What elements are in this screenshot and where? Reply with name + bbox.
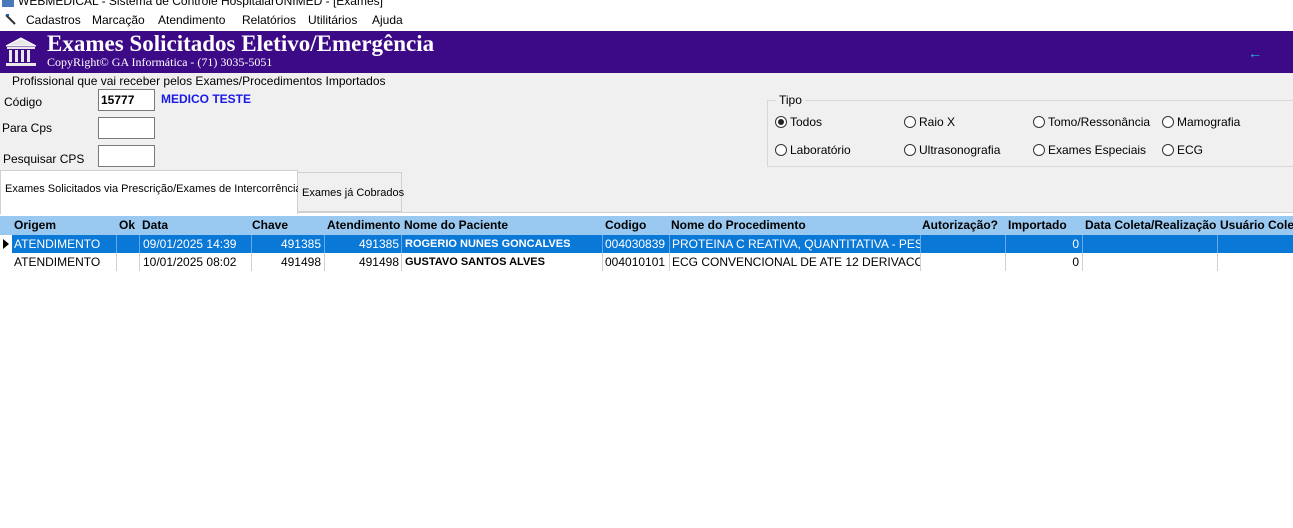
col-ok[interactable]: Ok <box>119 218 135 232</box>
copyright-text: CopyRight© GA Informática - (71) 3035-50… <box>47 55 273 69</box>
col-data[interactable]: Data <box>142 218 168 232</box>
radio-dot <box>775 144 787 156</box>
menu-atendimento[interactable]: Atendimento <box>158 13 225 27</box>
tools-icon[interactable] <box>4 13 18 27</box>
grid-header: Origem Ok Data Chave Atendimento Nome do… <box>0 216 1293 235</box>
back-arrow-icon[interactable]: ← <box>1248 45 1262 61</box>
radio-exames-especiais[interactable]: Exames Especiais <box>1033 143 1146 157</box>
tab-strip: Exames Solicitados via Prescrição/Exames… <box>0 169 1293 214</box>
col-atendimento[interactable]: Atendimento <box>327 218 400 232</box>
radio-dot <box>1162 144 1174 156</box>
radio-raio-x[interactable]: Raio X <box>904 115 955 129</box>
menu-relatorios[interactable]: Relatórios <box>242 13 296 27</box>
table-row[interactable]: ATENDIMENTO 09/01/2025 14:39 491385 4913… <box>12 235 1293 253</box>
para-cps-label: Para Cps <box>2 121 53 135</box>
col-chave[interactable]: Chave <box>252 218 288 232</box>
radio-todos[interactable]: Todos <box>775 115 822 129</box>
window-title: WEBMEDICAL - Sistema de Controle Hospita… <box>18 0 383 8</box>
header-banner: Exames Solicitados Eletivo/Emergência Co… <box>0 31 1293 73</box>
radio-ecg[interactable]: ECG <box>1162 143 1203 157</box>
medico-name: MEDICO TESTE <box>161 92 252 106</box>
col-importado[interactable]: Importado <box>1008 218 1067 232</box>
pesquisar-cps-input[interactable] <box>98 145 155 167</box>
col-autorizacao[interactable]: Autorização? <box>922 218 998 232</box>
filter-panel: Profissional que vai receber pelos Exame… <box>0 73 1293 169</box>
radio-dot <box>904 116 916 128</box>
codigo-label: Código <box>4 95 43 109</box>
pesquisar-cps-label: Pesquisar CPS <box>3 152 85 166</box>
menu-marcacao[interactable]: Marcação <box>92 13 145 27</box>
profissional-label: Profissional que vai receber pelos Exame… <box>12 74 386 88</box>
building-columns-icon <box>5 37 37 66</box>
radio-tomo-ressonancia[interactable]: Tomo/Ressonância <box>1033 115 1150 129</box>
codigo-input[interactable]: 15777 <box>98 89 155 111</box>
tipo-legend: Tipo <box>776 93 805 107</box>
tab-exames-cobrados[interactable]: Exames já Cobrados <box>298 172 404 212</box>
grid-body: ATENDIMENTO 09/01/2025 14:39 491385 4913… <box>0 235 1293 271</box>
page-title: Exames Solicitados Eletivo/Emergência <box>47 31 435 56</box>
col-codigo[interactable]: Codigo <box>605 218 646 232</box>
radio-dot <box>904 144 916 156</box>
col-nome-procedimento[interactable]: Nome do Procedimento <box>671 218 806 232</box>
menu-bar: Cadastros Marcação Atendimento Relatório… <box>0 12 1293 30</box>
window-title-bar: WEBMEDICAL - Sistema de Controle Hospita… <box>0 0 1293 8</box>
radio-laboratorio[interactable]: Laboratório <box>775 143 851 157</box>
col-nome-paciente[interactable]: Nome do Paciente <box>404 218 508 232</box>
menu-ajuda[interactable]: Ajuda <box>372 13 403 27</box>
table-row[interactable]: ATENDIMENTO 10/01/2025 08:02 491498 4914… <box>12 253 1293 271</box>
col-origem[interactable]: Origem <box>14 218 56 232</box>
radio-dot <box>775 116 787 128</box>
col-usuario-coleta[interactable]: Usuário Coleta <box>1220 218 1293 232</box>
radio-dot <box>1162 116 1174 128</box>
para-cps-input[interactable] <box>98 117 155 139</box>
col-data-coleta[interactable]: Data Coleta/Realização <box>1085 218 1216 232</box>
current-row-indicator-icon <box>3 239 9 249</box>
radio-dot <box>1033 144 1045 156</box>
radio-dot <box>1033 116 1045 128</box>
tab-exames-solicitados[interactable]: Exames Solicitados via Prescrição/Exames… <box>0 170 302 214</box>
menu-cadastros[interactable]: Cadastros <box>26 13 81 27</box>
app-icon <box>2 0 14 7</box>
radio-ultrasonografia[interactable]: Ultrasonografia <box>904 143 1000 157</box>
radio-mamografia[interactable]: Mamografia <box>1162 115 1240 129</box>
menu-utilitarios[interactable]: Utilitários <box>308 13 357 27</box>
